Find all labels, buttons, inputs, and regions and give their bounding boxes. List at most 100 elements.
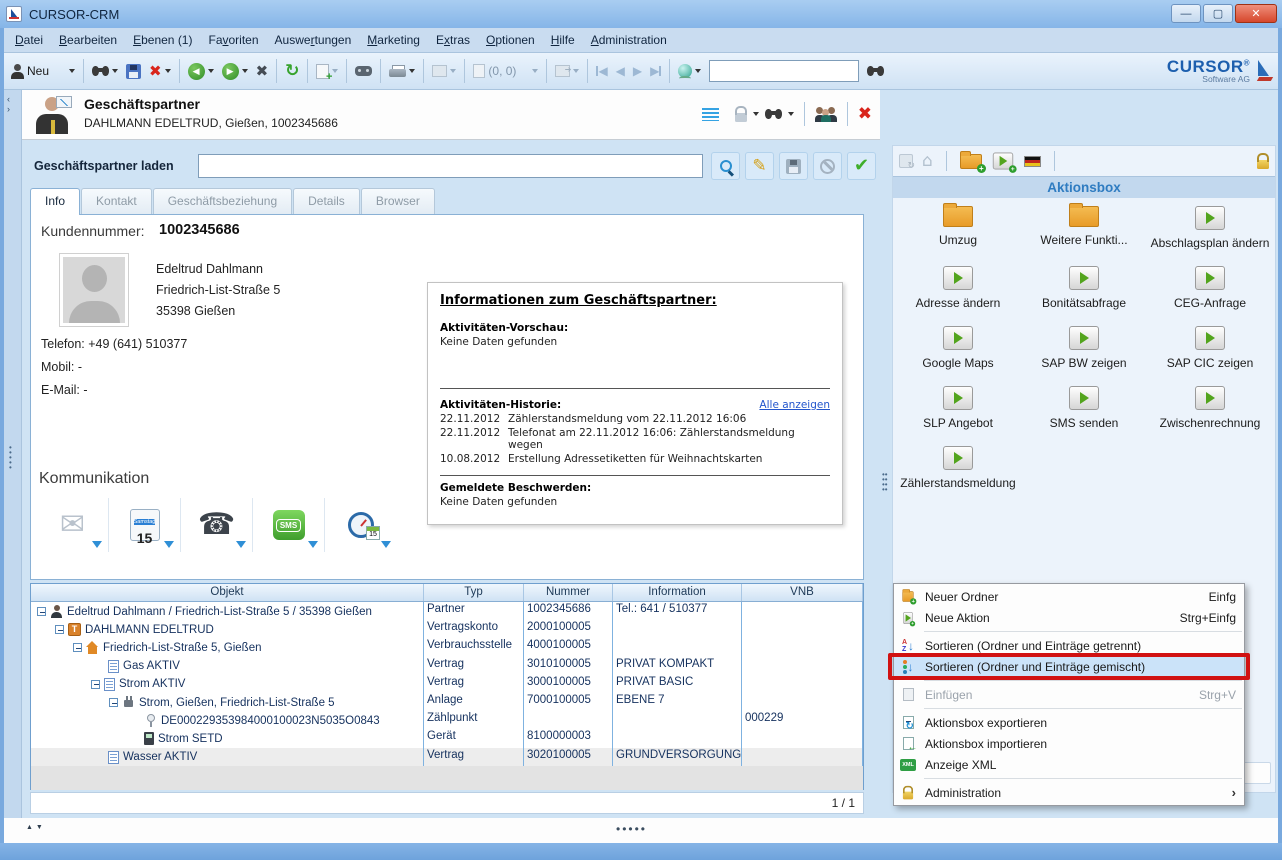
- aktionsbox-item[interactable]: Zählerstandsmeldung: [895, 442, 1021, 490]
- german-flag-icon[interactable]: [1024, 156, 1041, 167]
- collapse-box-icon[interactable]: [109, 698, 118, 707]
- lock-dropdown-caret[interactable]: [753, 112, 759, 116]
- table-row[interactable]: Edeltrud Dahlmann / Friedrich-List-Straß…: [31, 602, 863, 620]
- menu-item-aktionsbox-exportieren[interactable]: Aktionsbox exportieren: [894, 712, 1244, 733]
- nav-prev-button[interactable]: ◀: [612, 57, 629, 85]
- export-dropdown-caret[interactable]: [573, 69, 579, 73]
- nav-first-button[interactable]: ◀: [592, 57, 611, 85]
- left-collapse-strip[interactable]: ‹› •••••: [4, 90, 22, 843]
- menu-administration[interactable]: Administration: [584, 30, 674, 50]
- delete-button[interactable]: ✖: [145, 57, 175, 85]
- table-row[interactable]: DE000229353984000100023N5035O0843Zählpun…: [31, 711, 863, 729]
- doc-refresh-icon[interactable]: [899, 154, 913, 168]
- print-dropdown-caret[interactable]: [409, 69, 415, 73]
- aktionsbox-item[interactable]: Adresse ändern: [895, 262, 1021, 310]
- edit-button[interactable]: ✎: [745, 152, 774, 180]
- new-dropdown-caret[interactable]: [69, 69, 75, 73]
- collapse-chevrons-icon[interactable]: ‹›: [7, 94, 10, 114]
- calendar-dropdown-icon[interactable]: [164, 541, 174, 548]
- column-header-information[interactable]: Information: [613, 584, 742, 601]
- nav-next-button[interactable]: ▶: [629, 57, 646, 85]
- column-header-vnb[interactable]: VNB: [742, 584, 863, 601]
- menu-item-sortieren-ordner-und-einträge-gemischt-[interactable]: ↓Sortieren (Ordner und Einträge gemischt…: [894, 656, 1244, 677]
- search-button[interactable]: [88, 57, 122, 85]
- menu-item-neue-aktion[interactable]: +Neue AktionStrg+Einfg: [894, 607, 1244, 628]
- tab-details[interactable]: Details: [293, 188, 360, 214]
- aktionsbox-item[interactable]: Zwischenrechnung: [1147, 382, 1273, 430]
- aktionsbox-item[interactable]: SAP BW zeigen: [1021, 322, 1147, 370]
- image-button[interactable]: [428, 57, 460, 85]
- vertical-splitter[interactable]: ••••••••: [880, 90, 892, 843]
- menu-bearbeiten[interactable]: Bearbeiten: [52, 30, 124, 50]
- lookup-button[interactable]: [711, 152, 740, 180]
- aktionsbox-item[interactable]: SAP CIC zeigen: [1147, 322, 1273, 370]
- menu-item-neuer-ordner[interactable]: +Neuer OrdnerEinfg: [894, 586, 1244, 607]
- tab-kontakt[interactable]: Kontakt: [81, 188, 152, 214]
- folder-plus-icon[interactable]: +: [960, 154, 982, 169]
- minimize-button[interactable]: —: [1171, 4, 1201, 23]
- horizontal-splitter-handle[interactable]: •••••: [616, 822, 647, 836]
- column-header-objekt[interactable]: Objekt: [31, 584, 424, 601]
- discard-button[interactable]: [813, 152, 842, 180]
- forward-button[interactable]: ▶: [218, 57, 252, 85]
- load-input[interactable]: [198, 154, 703, 178]
- email-dropdown-icon[interactable]: [92, 541, 102, 548]
- close-button[interactable]: ✕: [1235, 4, 1277, 23]
- toolbar-search-input[interactable]: [709, 60, 859, 82]
- left-splitter-handle[interactable]: •••••: [9, 445, 12, 470]
- aktionsbox-item[interactable]: Bonitätsabfrage: [1021, 262, 1147, 310]
- action-plus-icon[interactable]: +: [993, 153, 1013, 170]
- aktionsbox-item[interactable]: Weitere Funkti...: [1021, 202, 1147, 250]
- table-row[interactable]: TDAHLMANN EDELTRUDVertragskonto 20001000…: [31, 620, 863, 638]
- appointment-dropdown-icon[interactable]: [381, 541, 391, 548]
- aktionsbox-item[interactable]: SLP Angebot: [895, 382, 1021, 430]
- hamburger-icon[interactable]: [702, 108, 719, 121]
- back-dropdown-caret[interactable]: [208, 69, 214, 73]
- confirm-button[interactable]: ✔: [847, 152, 876, 180]
- phone-button[interactable]: ☎: [181, 498, 253, 552]
- selection-count-button[interactable]: (0, 0): [469, 57, 542, 85]
- home-icon[interactable]: ⌂: [922, 153, 933, 170]
- count-dropdown-caret[interactable]: [532, 69, 538, 73]
- aktionsbox-item[interactable]: Umzug: [895, 202, 1021, 250]
- menu-hilfe[interactable]: Hilfe: [544, 30, 582, 50]
- alle-anzeigen-link[interactable]: Alle anzeigen: [759, 399, 830, 411]
- table-row[interactable]: Wasser AKTIVVertrag3020100005GRUNDVERSOR…: [31, 748, 863, 766]
- binoculars-icon[interactable]: [765, 108, 782, 120]
- menu-ebenen-1-[interactable]: Ebenen (1): [126, 30, 199, 50]
- collapse-box-icon[interactable]: [37, 607, 46, 616]
- column-header-nummer[interactable]: Nummer: [524, 584, 613, 601]
- menu-datei[interactable]: Datei: [8, 30, 50, 50]
- save-button[interactable]: [122, 57, 145, 85]
- menu-extras[interactable]: Extras: [429, 30, 477, 50]
- export-button[interactable]: [551, 57, 583, 85]
- image-dropdown-caret[interactable]: [450, 69, 456, 73]
- quick-search-caret[interactable]: [695, 69, 701, 73]
- quick-search-button[interactable]: [674, 57, 705, 85]
- menu-item-anzeige-xml[interactable]: XMLAnzeige XML: [894, 754, 1244, 775]
- delete-dropdown-caret[interactable]: [165, 69, 171, 73]
- sms-button[interactable]: SMS: [253, 498, 325, 552]
- gold-lock-icon[interactable]: [1257, 160, 1269, 169]
- collapse-box-icon[interactable]: [91, 680, 100, 689]
- menu-item-aktionsbox-importieren[interactable]: Aktionsbox importieren: [894, 733, 1244, 754]
- bottom-arrows-icon[interactable]: ▲▼: [26, 824, 46, 831]
- splitter-handle[interactable]: ••••••••: [882, 472, 888, 492]
- aktionsbox-item[interactable]: CEG-Anfrage: [1147, 262, 1273, 310]
- search-dropdown-caret[interactable]: [112, 69, 118, 73]
- menu-optionen[interactable]: Optionen: [479, 30, 542, 50]
- table-row[interactable]: Gas AKTIVVertrag3010100005PRIVAT KOMPAKT: [31, 657, 863, 675]
- find-button[interactable]: [863, 57, 888, 85]
- collapse-box-icon[interactable]: [55, 625, 64, 634]
- refresh-button[interactable]: ↻: [281, 57, 303, 85]
- aktionsbox-item[interactable]: Abschlagsplan ändern: [1147, 202, 1273, 250]
- close-entity-icon[interactable]: ✖: [858, 106, 872, 123]
- calendar-button[interactable]: Samstag15: [109, 498, 181, 552]
- menu-favoriten[interactable]: Favoriten: [201, 30, 265, 50]
- menu-item-sortieren-ordner-und-einträge-getrennt-[interactable]: AZ↓Sortieren (Ordner und Einträge getren…: [894, 635, 1244, 656]
- new-button[interactable]: Neu: [6, 57, 79, 85]
- forward-dropdown-caret[interactable]: [242, 69, 248, 73]
- menu-marketing[interactable]: Marketing: [360, 30, 427, 50]
- find-dropdown-caret[interactable]: [788, 112, 794, 116]
- column-header-typ[interactable]: Typ: [424, 584, 524, 601]
